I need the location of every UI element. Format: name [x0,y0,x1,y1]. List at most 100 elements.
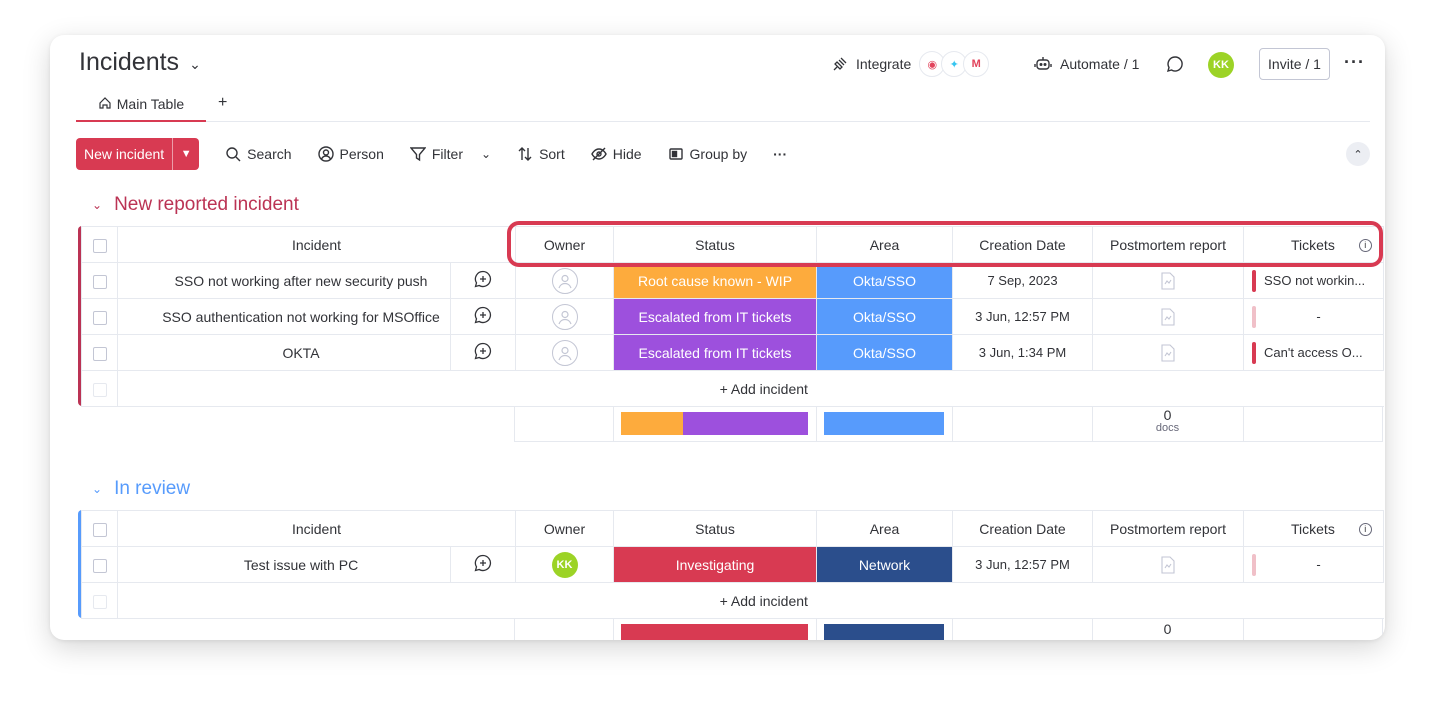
column-header-owner[interactable]: Owner [515,510,614,547]
collapse-header-icon[interactable]: ⌃ [1346,142,1370,166]
chevron-down-icon[interactable]: ▼ [172,138,199,170]
updates-icon[interactable] [1166,49,1184,79]
creation-date-cell[interactable]: 3 Jun, 12:57 PM [952,546,1093,583]
column-header-postmortem[interactable]: Postmortem report [1092,510,1244,547]
creation-date-cell[interactable]: 7 Sep, 2023 [952,262,1093,299]
owner-empty-avatar[interactable] [515,334,614,371]
ticket-cell[interactable]: SSO not workin... [1243,262,1384,299]
owner-empty-avatar[interactable] [515,298,614,335]
owner-cell[interactable]: KK [515,546,614,583]
invite-button[interactable]: Invite / 1 [1259,48,1330,80]
incident-name[interactable]: OKTA [117,334,451,371]
row-checkbox[interactable] [81,262,118,299]
area-cell[interactable]: Okta/SSO [816,334,953,371]
tickets-header-label: Tickets [1291,520,1335,537]
creation-date-cell[interactable]: 3 Jun, 12:57 PM [952,298,1093,335]
status-summary-bar[interactable] [621,624,808,640]
tab-main-table[interactable]: Main Table [76,96,206,122]
column-header-tickets[interactable]: Tickets i [1243,510,1384,547]
group-by-icon [668,148,683,160]
postmortem-doc-icon[interactable] [1092,262,1244,299]
incident-name[interactable]: SSO not working after new security push [117,262,451,299]
postmortem-doc-icon[interactable] [1092,334,1244,371]
person-filter-button[interactable]: Person [317,146,384,162]
ticket-cell[interactable]: - [1243,546,1384,583]
add-update-icon[interactable] [450,546,516,583]
postmortem-doc-icon[interactable] [1092,298,1244,335]
table-row[interactable]: Test issue with PC KK Investigating Netw… [81,546,1384,583]
add-update-icon[interactable] [450,298,516,335]
integrate-button[interactable]: Integrate ◉ ✦ M [832,49,990,79]
column-header-creation-date[interactable]: Creation Date [952,510,1093,547]
group-title-new-reported[interactable]: ⌄ New reported incident [92,194,299,216]
chevron-down-icon[interactable]: ⌄ [189,56,201,73]
status-cell[interactable]: Escalated from IT tickets [613,298,817,335]
row-checkbox[interactable] [81,298,118,335]
more-options-icon[interactable]: ··· [1344,52,1365,73]
ticket-cell[interactable]: - [1243,298,1384,335]
row-checkbox[interactable] [81,334,118,371]
chevron-down-icon[interactable]: ⌄ [481,147,491,161]
group-summary-row: 0 [514,618,1383,640]
area-cell[interactable]: Network [816,546,953,583]
area-summary-bar[interactable] [824,624,944,640]
board-title[interactable]: Incidents ⌄ [79,48,201,77]
search-button[interactable]: Search [225,146,292,162]
status-cell[interactable]: Investigating [613,546,817,583]
search-label: Search [247,146,292,162]
row-checkbox [81,370,118,407]
ticket-text: SSO not workin... [1264,273,1366,288]
avatar: KK [551,551,578,578]
gmail-icon: M [963,51,990,77]
select-all-checkbox[interactable] [81,510,118,547]
sort-label: Sort [539,146,565,162]
creation-date-cell[interactable]: 3 Jun, 1:34 PM [952,334,1093,371]
column-header-incident[interactable]: Incident [117,510,516,547]
sort-button[interactable]: Sort [517,146,565,162]
table-row[interactable]: OKTA Escalated from IT tickets Okta/SSO … [81,334,1384,371]
select-all-checkbox[interactable] [81,226,118,263]
incident-name[interactable]: Test issue with PC [117,546,451,583]
area-summary-bar[interactable] [824,412,944,435]
row-checkbox [81,582,118,619]
area-cell[interactable]: Okta/SSO [816,262,953,299]
status-summary-bar[interactable] [621,412,808,435]
table-row[interactable]: SSO authentication not working for MSOff… [81,298,1384,335]
more-toolbar-icon[interactable]: ··· [773,146,787,162]
group-by-button[interactable]: Group by [668,146,747,162]
filter-button[interactable]: Filter ⌄ [409,146,491,162]
eye-hidden-icon [590,147,607,161]
chevron-down-icon[interactable]: ⌄ [92,482,102,496]
row-checkbox[interactable] [81,546,118,583]
hide-button[interactable]: Hide [590,146,642,162]
group-title-label: In review [114,478,191,499]
column-header-status[interactable]: Status [613,510,817,547]
postmortem-doc-icon[interactable] [1092,546,1244,583]
status-cell[interactable]: Root cause known - WIP [613,262,817,299]
column-header-incident[interactable]: Incident [117,226,516,263]
table-row[interactable]: SSO not working after new security push … [81,262,1384,299]
chevron-down-icon[interactable]: ⌄ [92,198,102,212]
add-incident-input[interactable]: + Add incident [117,582,1384,619]
info-icon[interactable]: i [1358,523,1372,537]
status-cell[interactable]: Escalated from IT tickets [613,334,817,371]
status-summary-segment [621,412,683,435]
add-view-icon[interactable]: + [218,94,227,112]
area-cell[interactable]: Okta/SSO [816,298,953,335]
add-update-icon[interactable] [450,262,516,299]
new-incident-button[interactable]: New incident ▼ [76,138,200,170]
add-update-icon[interactable] [450,334,516,371]
ticket-text: - [1316,557,1321,572]
board-title-text: Incidents [79,48,180,76]
add-incident-input[interactable]: + Add incident [117,370,1384,407]
column-header-area[interactable]: Area [816,510,953,547]
view-tabs: Main Table + [76,94,1370,122]
owner-empty-avatar[interactable] [515,262,614,299]
avatar[interactable]: KK [1208,52,1234,78]
group-title-in-review[interactable]: ⌄ In review [92,478,190,500]
integrate-icon [833,57,847,71]
ticket-cell[interactable]: Can't access O... [1243,334,1384,371]
automate-button[interactable]: Automate / 1 [1034,49,1139,79]
incident-name[interactable]: SSO authentication not working for MSOff… [117,298,451,335]
ticket-text: - [1316,309,1321,324]
